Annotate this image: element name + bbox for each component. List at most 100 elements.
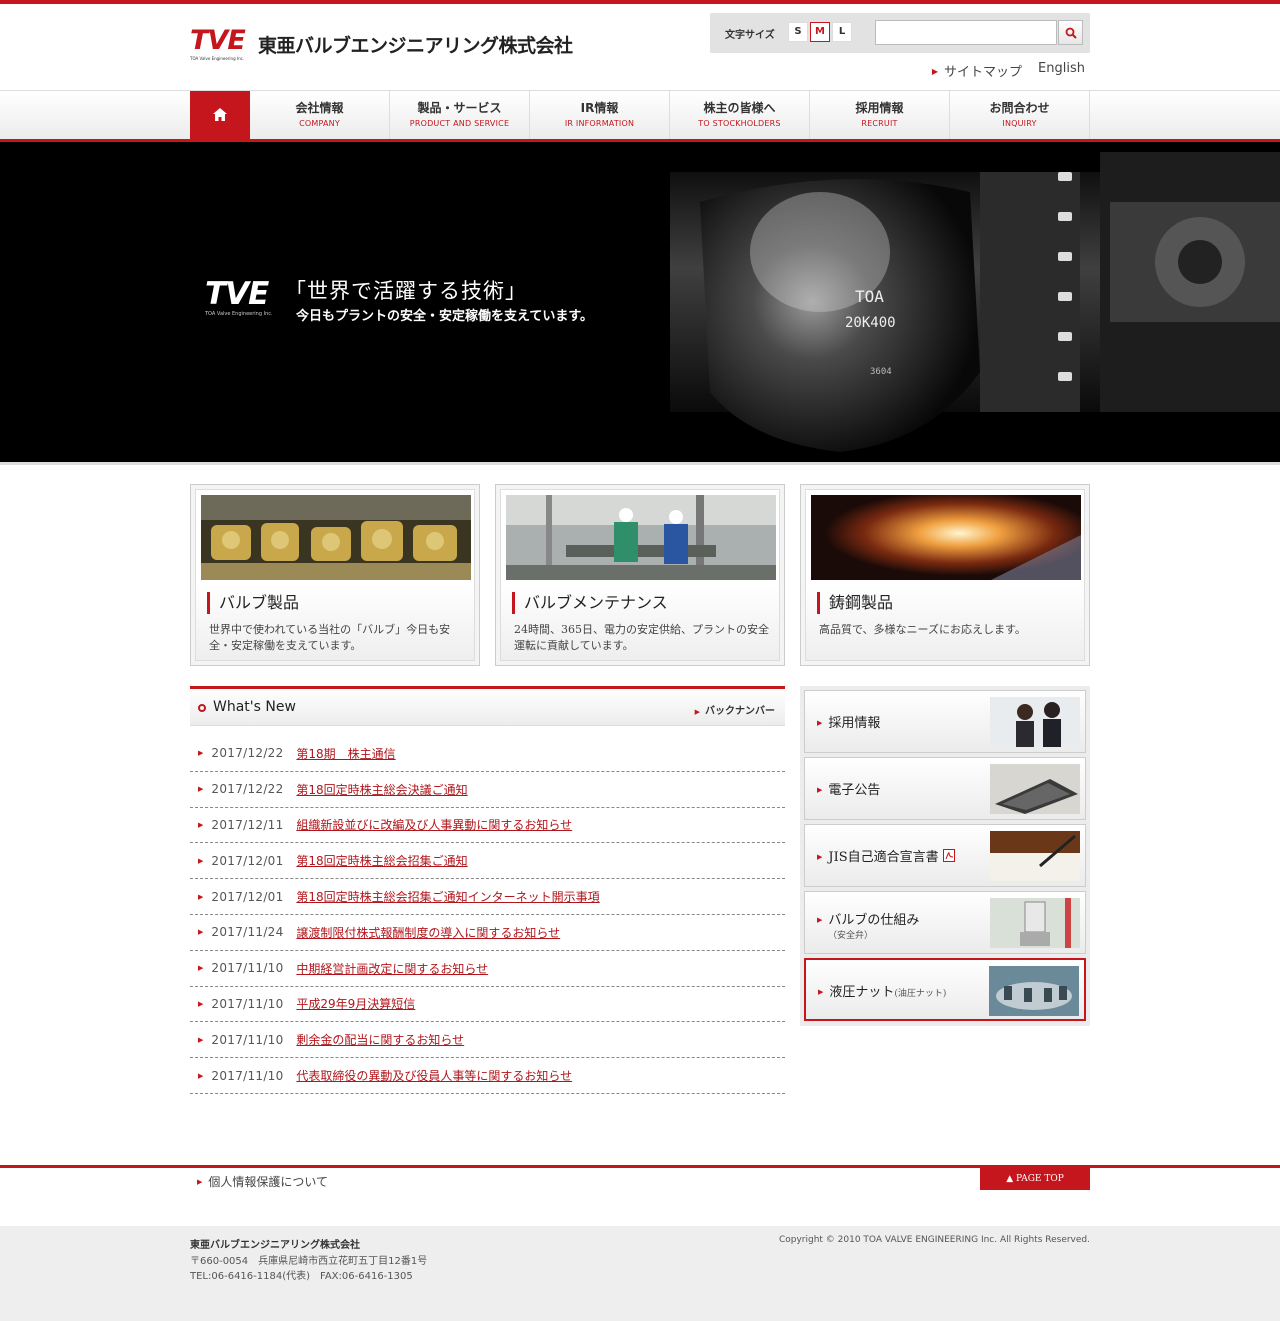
arrow-right-icon: ▶ bbox=[198, 928, 204, 937]
news-date: 2017/11/10 bbox=[211, 996, 284, 1011]
nav-home[interactable] bbox=[190, 91, 250, 139]
nav-sublabel: INQUIRY bbox=[1002, 119, 1037, 128]
nav-company[interactable]: 会社情報 COMPANY bbox=[250, 91, 390, 139]
english-link[interactable]: English bbox=[1038, 61, 1085, 80]
font-size-label: 文字サイズ bbox=[725, 30, 775, 41]
news-link[interactable]: 第18回定時株主総会決議ご通知 bbox=[296, 781, 467, 798]
keyboard-photo bbox=[990, 764, 1080, 814]
banner-label: ▶ バルブの仕組み bbox=[817, 913, 920, 928]
card-title: バルブメンテナンス bbox=[512, 592, 774, 614]
banner-recruit[interactable]: ▶ 採用情報 bbox=[804, 690, 1086, 753]
news-date: 2017/11/24 bbox=[211, 925, 284, 940]
nav-sublabel: IR INFORMATION bbox=[564, 119, 635, 128]
top-accent-bar bbox=[0, 0, 1280, 4]
nav-products[interactable]: 製品・サービス PRODUCT AND SERVICE bbox=[390, 91, 530, 139]
font-size-medium-button[interactable]: M bbox=[810, 22, 830, 42]
banner-label: ▶ 電子公告 bbox=[817, 783, 881, 798]
card-valve-products[interactable]: バルブ製品 世界中で使われている当社の「バルブ」今日も安全・安定稼働を支えていま… bbox=[190, 484, 480, 666]
global-nav: 会社情報 COMPANY 製品・サービス PRODUCT AND SERVICE I… bbox=[0, 90, 1280, 142]
arrow-right-icon: ▶ bbox=[198, 749, 204, 758]
banner-valve-mechanism[interactable]: ▶ バルブの仕組み （安全弁） bbox=[804, 891, 1086, 954]
nav-sublabel: TO STOCKHOLDERS bbox=[698, 119, 781, 128]
news-date: 2017/12/01 bbox=[211, 853, 284, 868]
company-name: 東亜バルブエンジニアリング株式会社 bbox=[258, 35, 573, 57]
valve-products-photo bbox=[201, 495, 471, 580]
banner-jis-declaration[interactable]: ▶ JIS自己適合宣言書 bbox=[804, 824, 1086, 887]
hero-title: 「世界で活躍する技術」 bbox=[285, 279, 527, 303]
pdf-icon bbox=[942, 849, 955, 862]
page-top-button[interactable]: ▲ PAGE TOP bbox=[980, 1168, 1090, 1190]
news-date: 2017/11/10 bbox=[211, 961, 284, 976]
whats-new-section: What's New ▶ バックナンバー ▶ 2017/12/22 第18期 株主通信… bbox=[190, 686, 785, 1094]
arrow-right-icon: ▶ bbox=[817, 853, 823, 861]
footer: 東亜バルブエンジニアリング株式会社 〒660-0054 兵庫県尼崎市西立花町五丁… bbox=[0, 1226, 1280, 1321]
arrow-right-icon: ▶ bbox=[818, 988, 824, 996]
arrow-right-icon: ▶ bbox=[198, 892, 204, 901]
feature-cards: バルブ製品 世界中で使われている当社の「バルブ」今日も安全・安定稼働を支えていま… bbox=[190, 484, 1090, 666]
font-size-small-button[interactable]: S bbox=[788, 22, 808, 42]
arrow-right-icon: ▶ bbox=[817, 786, 823, 794]
card-valve-maintenance[interactable]: バルブメンテナンス 24時間、365日、電力の安定供給、プラントの安全運転に貢献… bbox=[495, 484, 785, 666]
card-description: 24時間、365日、電力の安定供給、プラントの安全運転に貢献しています。 bbox=[514, 623, 769, 652]
arrow-right-icon: ▶ bbox=[817, 719, 823, 727]
card-description: 世界中で使われている当社の「バルブ」今日も安全・安定稼働を支えています。 bbox=[209, 623, 451, 652]
news-item: ▶ 2017/11/10 平成29年9月決算短信 bbox=[190, 987, 785, 1023]
news-link[interactable]: 代表取締役の異動及び役員人事等に関するお知らせ bbox=[296, 1067, 572, 1084]
arrow-right-icon: ▶ bbox=[817, 916, 823, 924]
search-icon bbox=[1065, 27, 1077, 39]
nav-recruit[interactable]: 採用情報 RECRUIT bbox=[810, 91, 950, 139]
footer-copyright: Copyright © 2010 TOA VALVE ENGINEERING I… bbox=[778, 1235, 1090, 1245]
search-button[interactable] bbox=[1058, 20, 1083, 45]
news-date: 2017/12/22 bbox=[211, 746, 284, 761]
news-date: 2017/11/10 bbox=[211, 1068, 284, 1083]
back-number-link[interactable]: ▶ バックナンバー bbox=[695, 702, 775, 717]
news-item: ▶ 2017/11/24 譲渡制限付株式報酬制度の導入に関するお知らせ bbox=[190, 915, 785, 951]
hero-subtitle: 今日もプラントの安全・安定稼働を支えています。 bbox=[296, 309, 594, 324]
banner-electronic-notice[interactable]: ▶ 電子公告 bbox=[804, 757, 1086, 820]
news-item: ▶ 2017/11/10 中期経営計画改定に関するお知らせ bbox=[190, 951, 785, 987]
banner-small-label: (油圧ナット) bbox=[894, 989, 947, 999]
font-size-large-button[interactable]: L bbox=[832, 22, 852, 42]
news-link[interactable]: 組織新設並びに改編及び人事異動に関するお知らせ bbox=[296, 816, 572, 833]
card-cast-steel[interactable]: 鋳鋼製品 高品質で、多様なニーズにお応えします。 bbox=[800, 484, 1090, 666]
nav-stockholders[interactable]: 株主の皆様へ TO STOCKHOLDERS bbox=[670, 91, 810, 139]
bullet-icon bbox=[198, 704, 206, 712]
nav-inquiry[interactable]: お問合わせ INQUIRY bbox=[950, 91, 1090, 139]
logo-mark-text: TVE bbox=[190, 25, 246, 56]
news-link[interactable]: 第18期 株主通信 bbox=[296, 745, 395, 762]
back-number-label: バックナンバー bbox=[705, 706, 775, 717]
cast-steel-photo bbox=[811, 495, 1081, 580]
nav-sublabel: RECRUIT bbox=[861, 119, 898, 128]
svg-text:3604: 3604 bbox=[870, 367, 892, 377]
footer-company: 東亜バルブエンジニアリング株式会社 bbox=[190, 1240, 360, 1251]
sitemap-label: サイトマップ bbox=[944, 65, 1023, 80]
banner-hydraulic-nut[interactable]: ▶ 液圧ナット(油圧ナット) bbox=[804, 958, 1086, 1021]
news-title: What's New bbox=[213, 699, 296, 715]
hero-logo: TVE TOA Valve Engineering Inc. bbox=[205, 277, 273, 317]
news-link[interactable]: 中期経営計画改定に関するお知らせ bbox=[296, 960, 488, 977]
nav-label: 会社情報 bbox=[295, 101, 344, 115]
privacy-link[interactable]: ▶ 個人情報保護について bbox=[197, 1173, 328, 1190]
arrow-right-icon: ▶ bbox=[198, 856, 204, 865]
utility-links: ▶ サイトマップ English bbox=[932, 61, 1085, 80]
search-input[interactable] bbox=[875, 20, 1057, 45]
news-date: 2017/12/11 bbox=[211, 817, 284, 832]
svg-text:20K400: 20K400 bbox=[845, 315, 896, 331]
news-link[interactable]: 譲渡制限付株式報酬制度の導入に関するお知らせ bbox=[296, 924, 560, 941]
news-link[interactable]: 第18回定時株主総会招集ご通知 bbox=[296, 852, 467, 869]
nav-ir[interactable]: IR情報 IR INFORMATION bbox=[530, 91, 670, 139]
arrow-right-icon: ▶ bbox=[931, 67, 939, 76]
sitemap-link[interactable]: ▶ サイトマップ bbox=[932, 61, 1022, 80]
news-item: ▶ 2017/11/10 剰余金の配当に関するお知らせ bbox=[190, 1022, 785, 1059]
banner-label: ▶ 採用情報 bbox=[817, 716, 881, 731]
news-link[interactable]: 平成29年9月決算短信 bbox=[296, 995, 415, 1012]
news-link[interactable]: 剰余金の配当に関するお知らせ bbox=[296, 1031, 464, 1048]
arrow-right-icon: ▶ bbox=[198, 964, 204, 973]
arrow-right-icon: ▶ bbox=[197, 1178, 203, 1186]
nav-sublabel: PRODUCT AND SERVICE bbox=[409, 119, 510, 128]
home-icon bbox=[213, 108, 227, 121]
site-logo[interactable]: TVE TOA Valve Engineering Inc. 東亜バルブエンジニ… bbox=[190, 27, 573, 63]
news-item: ▶ 2017/12/01 第18回定時株主総会招集ご通知インターネット開示事項 bbox=[190, 879, 785, 915]
news-item: ▶ 2017/12/22 第18期 株主通信 bbox=[190, 736, 785, 772]
news-link[interactable]: 第18回定時株主総会招集ご通知インターネット開示事項 bbox=[296, 888, 599, 905]
